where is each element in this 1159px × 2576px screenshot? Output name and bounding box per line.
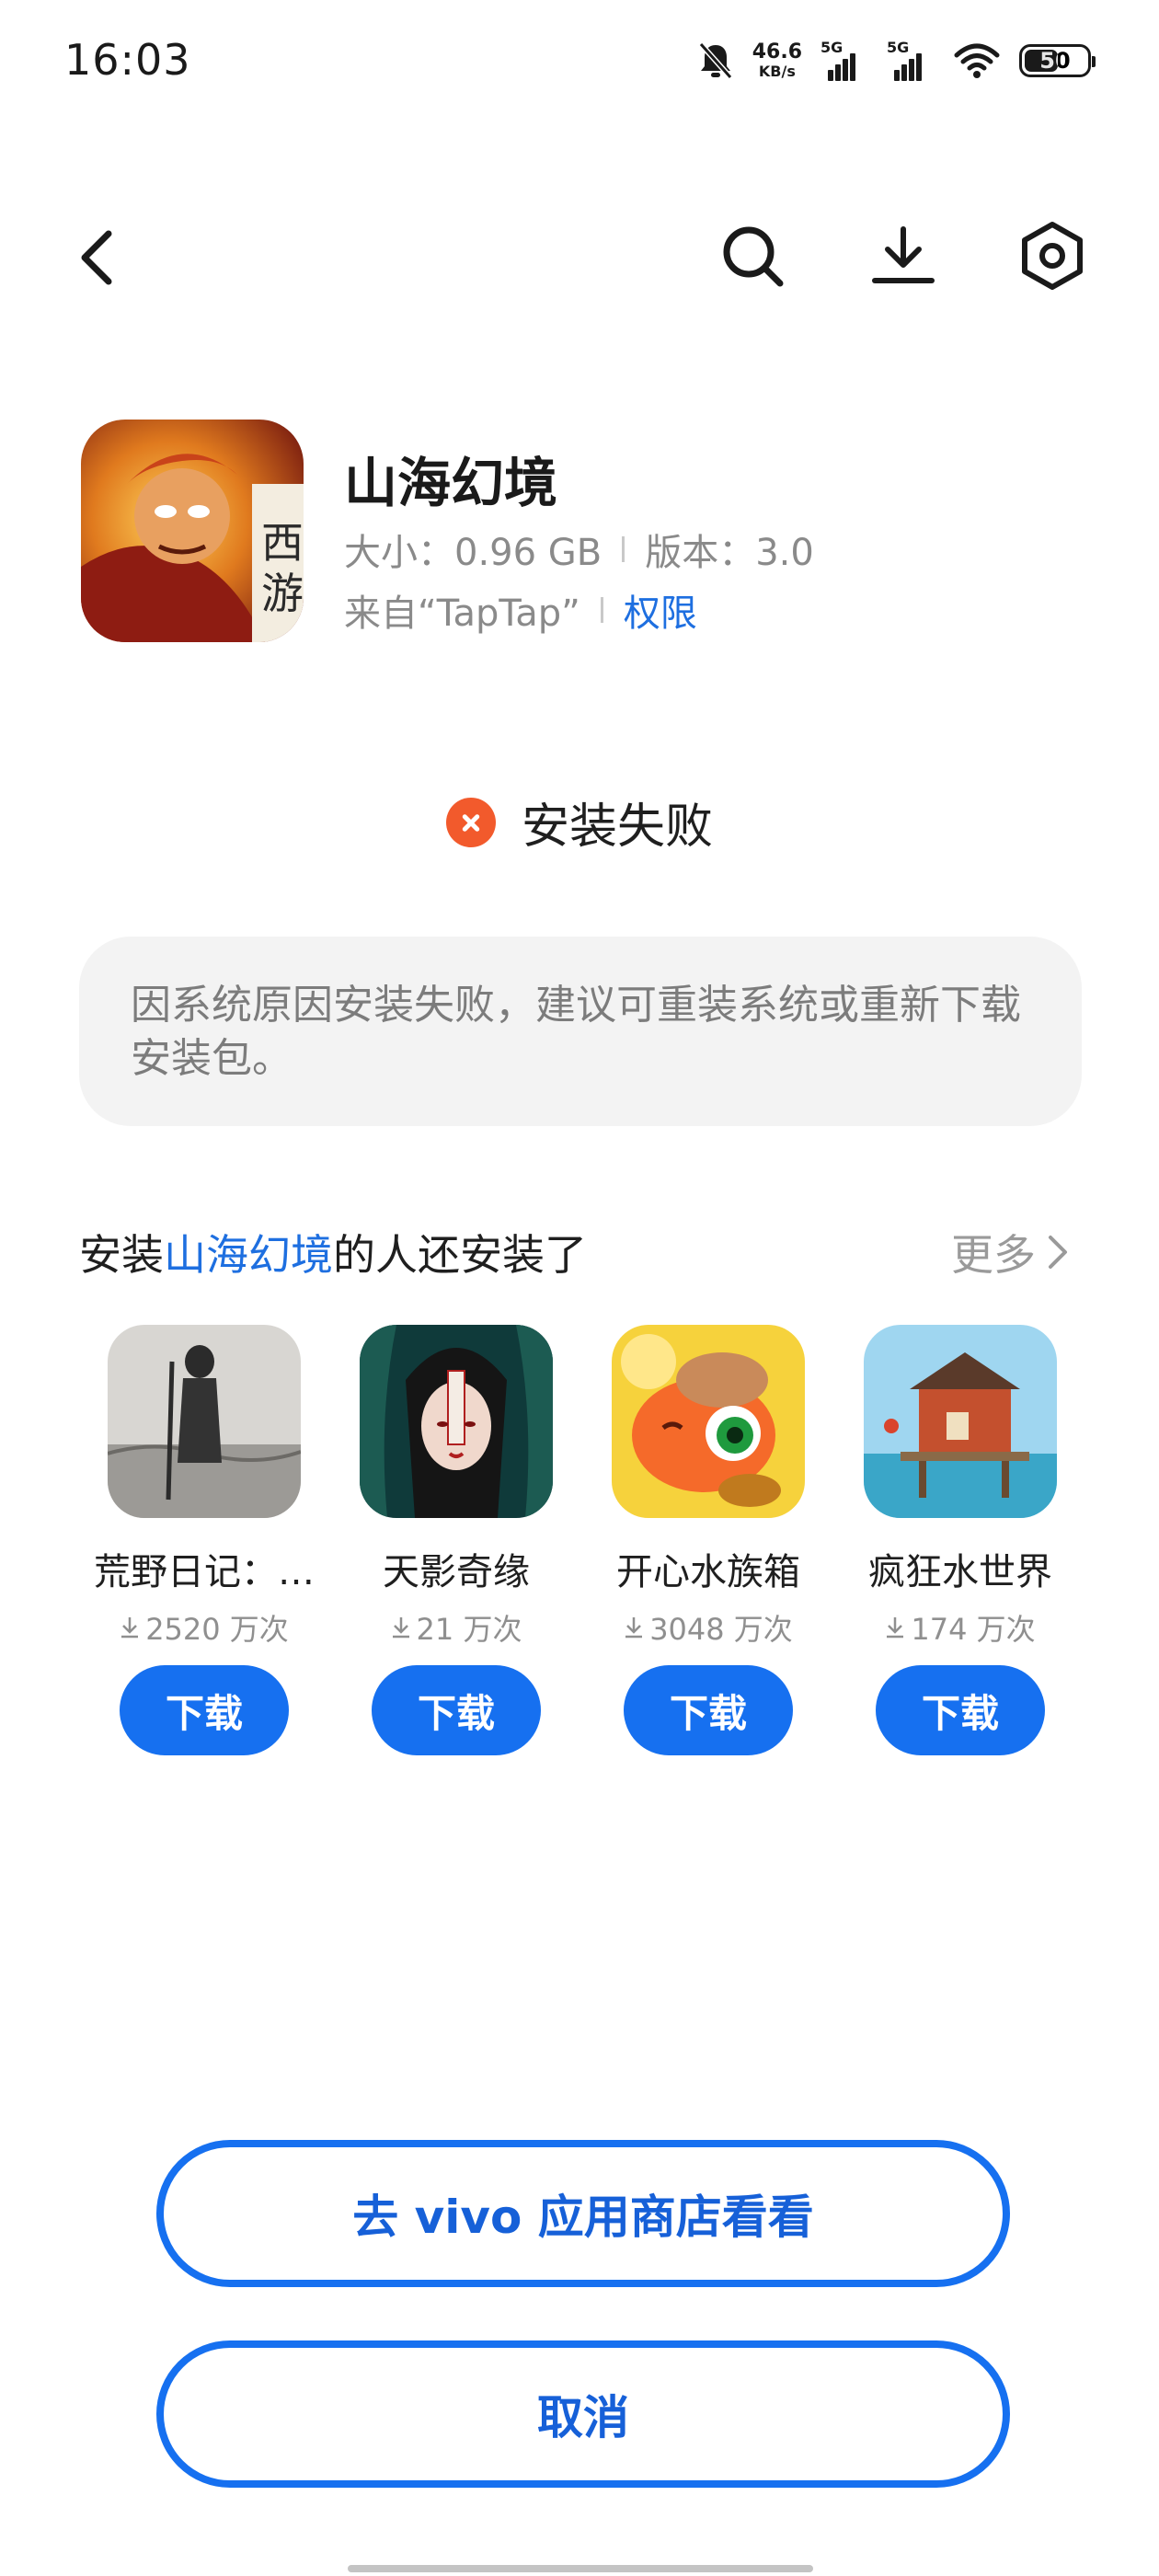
rec-item[interactable]: 疯狂水世界 174 万次 下载 [850,1325,1071,1755]
rec-app-name: 开心水族箱 [616,1551,800,1593]
chevron-right-icon [1049,1236,1067,1269]
settings-icon[interactable] [1016,219,1089,293]
title-app-name[interactable]: 山海幻境 [164,1230,333,1280]
rec-downloads: 21 万次 [416,1612,522,1647]
more-label: 更多 [951,1230,1036,1280]
cancel-button[interactable]: 取消 [156,2340,1010,2488]
search-icon[interactable] [716,219,789,293]
error-icon [445,797,496,847]
rec-download-count: 21 万次 [346,1606,567,1649]
rec-item[interactable]: 荒野日记：… 2520 万次 下载 [94,1325,315,1755]
recommendations-title: 安装山海幻境的人还安装了 [79,1222,587,1282]
home-indicator[interactable] [348,2565,813,2572]
failure-reason: 因系统原因安装失败，建议可重装系统或重新下载安装包。 [79,937,1082,1126]
status-bar: 16:03 46.6 KB/s 5G 5G 50 [0,0,1159,125]
download-icon[interactable] [866,219,940,293]
divider [600,597,603,623]
rec-app-name: 疯狂水世界 [868,1551,1052,1593]
download-button[interactable]: 下载 [372,1665,541,1755]
open-vivo-store-button[interactable]: 去 vivo 应用商店看看 [156,2140,1010,2287]
net-speed: 46.6 KB/s [752,42,802,79]
signal-1: 5G [820,39,868,81]
rec-app-icon[interactable] [108,1325,301,1518]
download-button[interactable]: 下载 [624,1665,793,1755]
signal-2-label: 5G [887,39,910,56]
download-small-icon [392,1617,409,1639]
app-source: 来自“TapTap” [344,592,580,635]
download-small-icon [625,1617,643,1639]
svg-text:游: 游 [261,569,304,618]
battery-level: 50 [1039,48,1071,74]
app-meta: 大小：0.96 GB 版本：3.0 [344,523,814,576]
rec-app-name: 荒野日记：… [94,1551,315,1593]
rec-app-name: 天影奇缘 [383,1551,530,1593]
download-small-icon [121,1617,139,1639]
net-speed-value: 46.6 [752,40,802,63]
signal-1-label: 5G [820,39,843,56]
rec-app-icon[interactable] [360,1325,553,1518]
rec-app-icon[interactable] [612,1325,805,1518]
rec-download-count: 3048 万次 [598,1606,819,1649]
rec-downloads: 3048 万次 [649,1612,793,1647]
app-size: 大小：0.96 GB [344,532,602,574]
net-speed-unit: KB/s [758,63,796,80]
app-name: 山海幻境 [344,452,558,514]
download-button[interactable]: 下载 [876,1665,1045,1755]
rec-downloads: 2520 万次 [145,1612,289,1647]
svg-text:西: 西 [261,518,304,568]
rec-item[interactable]: 天影奇缘 21 万次 下载 [346,1325,567,1755]
divider [622,536,625,562]
rec-app-icon[interactable] [864,1325,1057,1518]
title-prefix: 安装 [79,1230,164,1280]
install-status-text: 安装失败 [521,799,713,855]
download-small-icon [887,1617,904,1639]
app-icon: 西 游 [81,420,304,642]
signal-2: 5G [887,39,935,81]
download-button[interactable]: 下载 [120,1665,289,1755]
app-version: 版本：3.0 [645,532,814,574]
rec-downloads: 174 万次 [911,1612,1036,1647]
battery-icon: 50 [1019,44,1096,77]
app-source-row: 来自“TapTap” 权限 [344,583,697,637]
install-status: 安装失败 [0,788,1159,857]
rec-item[interactable]: 开心水族箱 3048 万次 下载 [598,1325,819,1755]
more-button[interactable]: 更多 [951,1222,1071,1282]
mute-bell-icon [698,42,732,79]
rec-download-count: 174 万次 [850,1606,1071,1649]
permission-link[interactable]: 权限 [624,583,697,637]
back-icon[interactable] [72,228,123,287]
status-time: 16:03 [64,35,191,85]
title-suffix: 的人还安装了 [333,1230,587,1280]
status-icons: 46.6 KB/s 5G 5G 50 [697,37,1096,85]
wifi-icon [954,43,1000,78]
rec-download-count: 2520 万次 [94,1606,315,1649]
